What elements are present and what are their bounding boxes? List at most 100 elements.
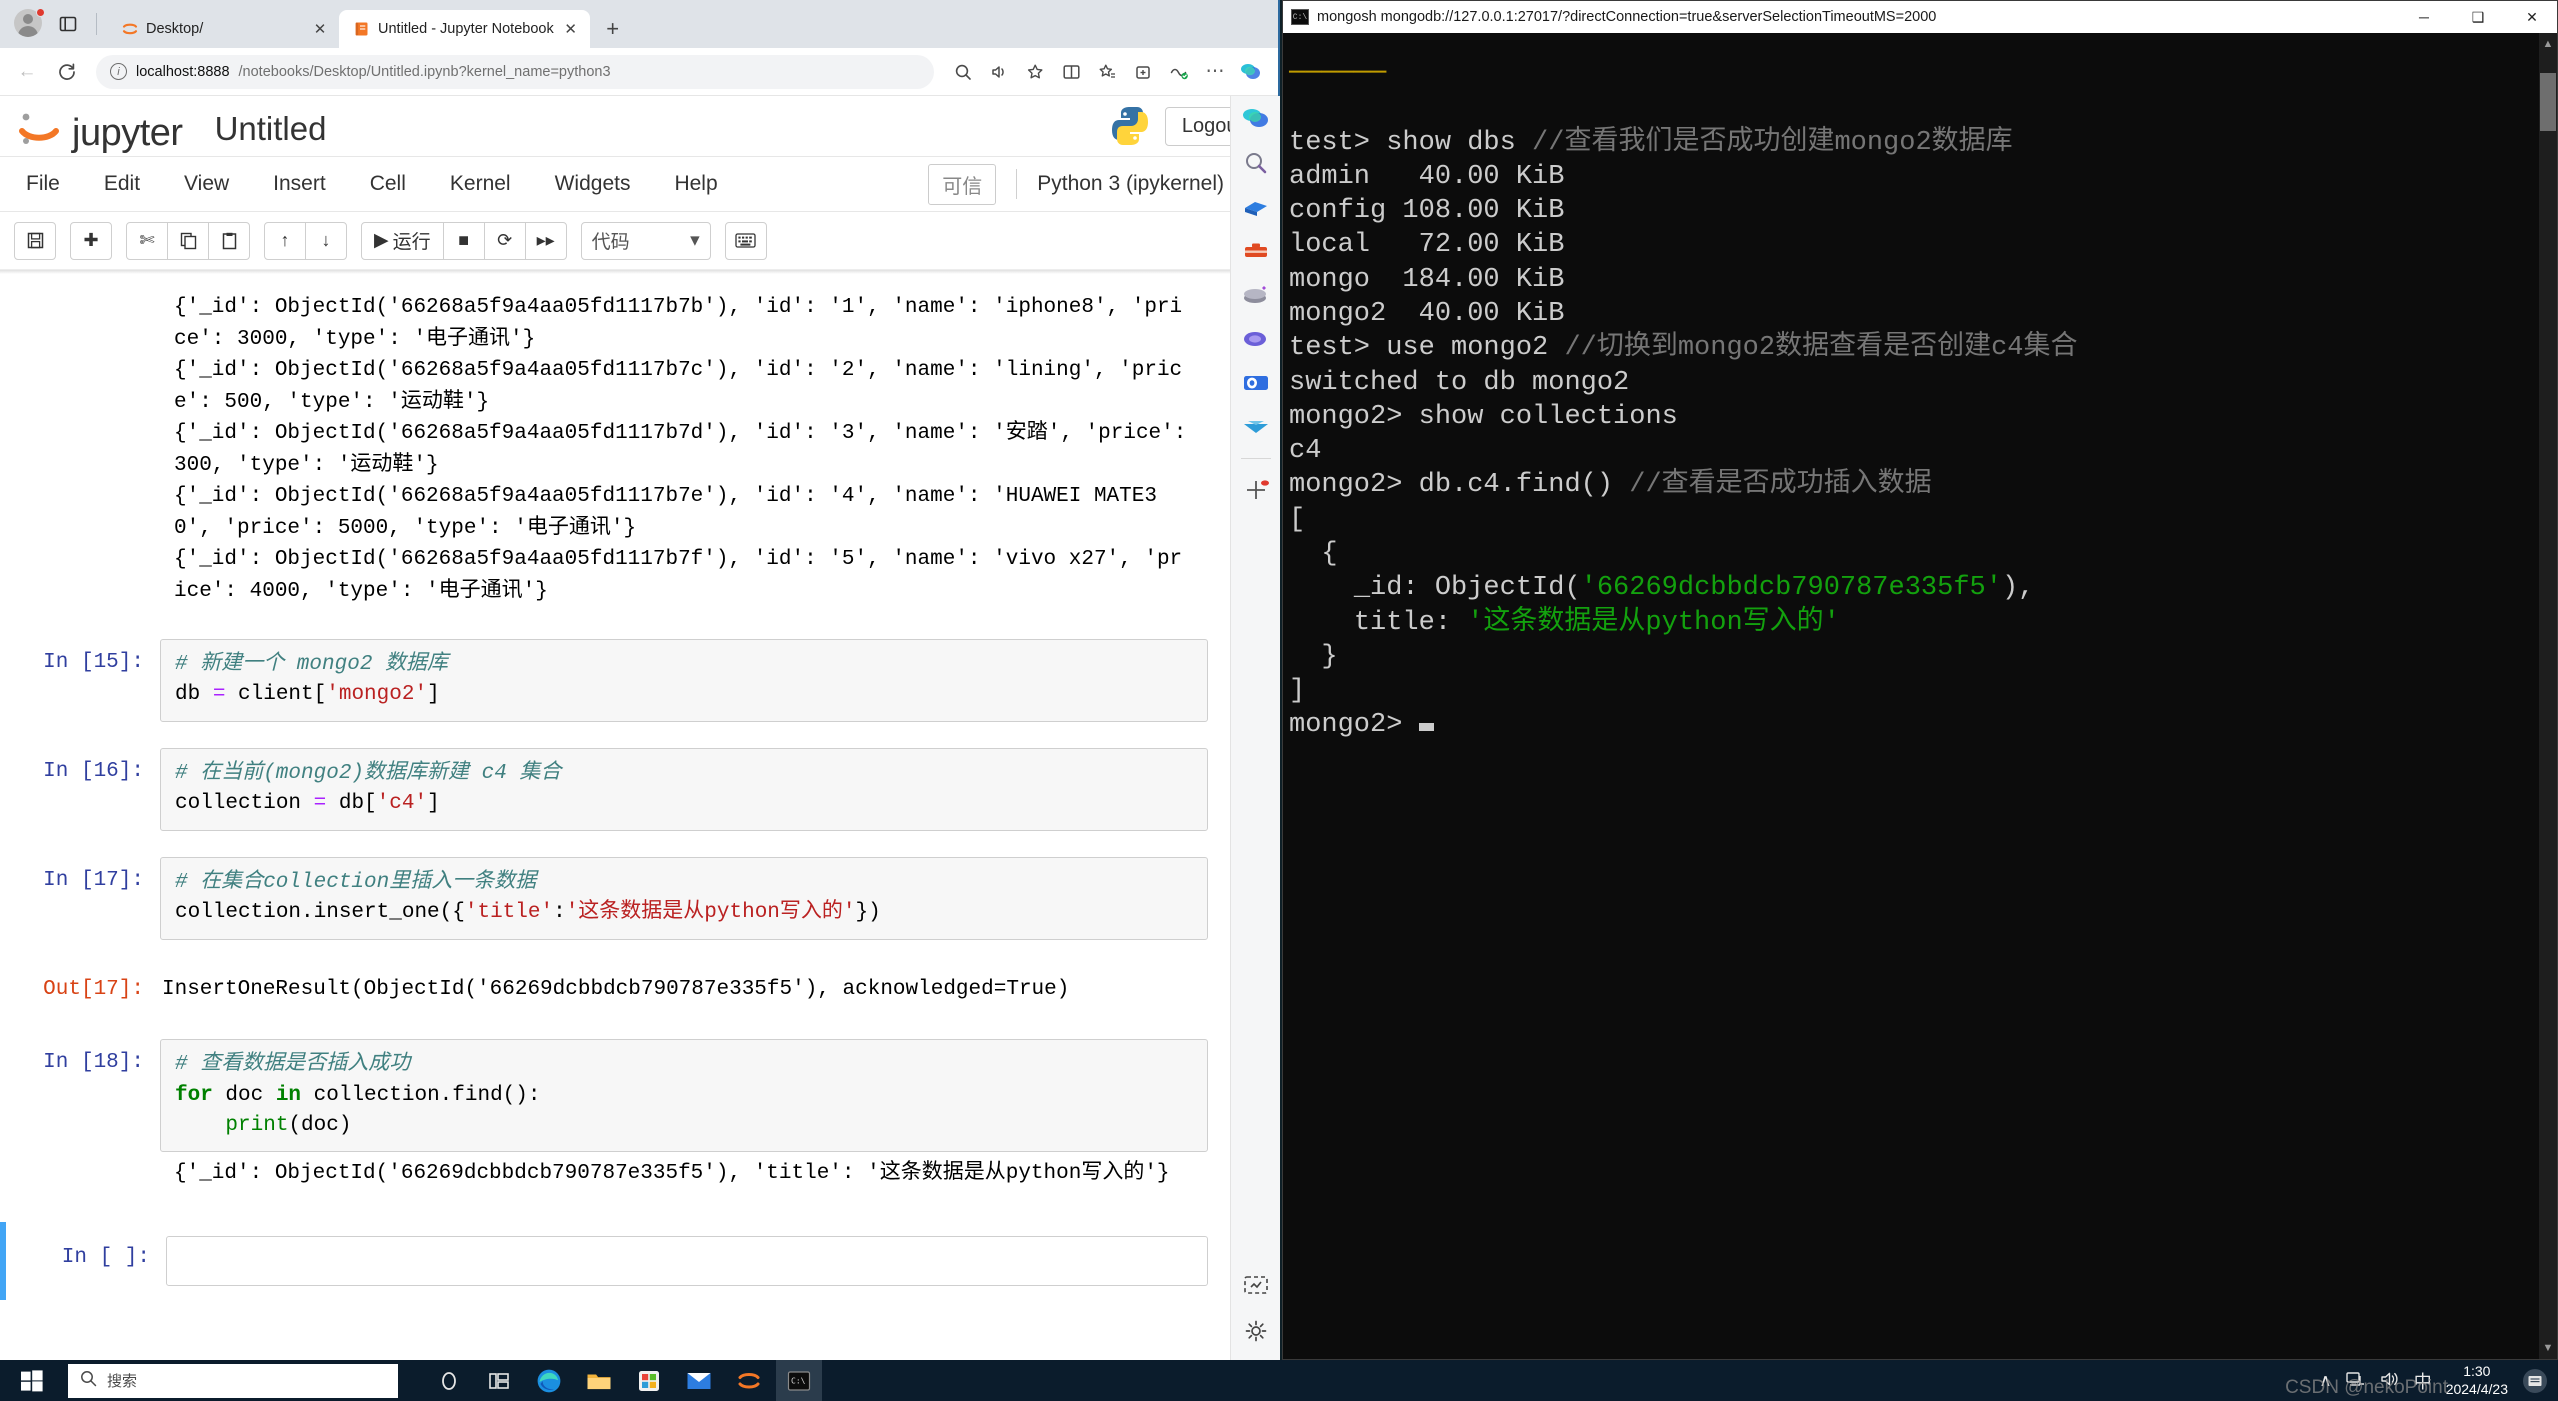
code-editor[interactable]: # 在当前(mongo2)数据库新建 c4 集合 collection = db… bbox=[160, 747, 1208, 831]
notebook-cell-17[interactable]: In [17]: # 在集合collection里插入一条数据 collecti… bbox=[0, 856, 1278, 940]
drop-icon[interactable] bbox=[1241, 412, 1271, 442]
back-icon[interactable]: ← bbox=[10, 55, 44, 89]
copilot-icon[interactable] bbox=[1234, 55, 1268, 89]
terminal-cmd-2-comment: //切换到mongo2数据查看是否创建c4集合 bbox=[1564, 333, 2078, 364]
site-info-icon[interactable]: i bbox=[110, 63, 127, 80]
file-explorer-icon[interactable] bbox=[576, 1360, 622, 1401]
move-down-icon[interactable]: ↓ bbox=[305, 221, 347, 260]
trusted-badge[interactable]: 可信 bbox=[928, 163, 997, 205]
restart-run-all-icon[interactable]: ▸▸ bbox=[524, 221, 567, 260]
terminal-cmd-3: mongo2> show collections bbox=[1289, 401, 1678, 432]
close-icon[interactable]: ✕ bbox=[562, 20, 580, 38]
close-button[interactable]: ✕ bbox=[2509, 1, 2555, 33]
json-id-key: _id: ObjectId( bbox=[1289, 573, 1581, 604]
browser-tab-notebook[interactable]: Untitled - Jupyter Notebook ✕ bbox=[339, 10, 590, 48]
browser-essentials-icon[interactable] bbox=[1162, 55, 1196, 89]
terminal-scroll-up-icon[interactable]: ▲ bbox=[2540, 35, 2556, 53]
stop-icon[interactable]: ■ bbox=[442, 221, 485, 260]
save-icon[interactable] bbox=[14, 221, 56, 260]
games-icon[interactable] bbox=[1241, 280, 1271, 310]
notebook-cell-empty-selected[interactable]: In [ ]: bbox=[0, 1221, 1278, 1300]
widgets-icon[interactable] bbox=[476, 1360, 522, 1401]
add-app-icon[interactable] bbox=[1241, 475, 1271, 505]
settings-more-icon[interactable]: ⋯ bbox=[1198, 55, 1232, 89]
menu-help[interactable]: Help bbox=[674, 172, 717, 196]
jupyter-logo[interactable]: jupyter bbox=[18, 107, 183, 155]
jupyter-logo-text: jupyter bbox=[72, 112, 183, 155]
kernel-divider bbox=[1016, 169, 1018, 199]
code-editor[interactable]: # 在集合collection里插入一条数据 collection.insert… bbox=[160, 856, 1208, 940]
cell-type-value: 代码 bbox=[591, 232, 630, 253]
toolbar-group-move: ↑ ↓ bbox=[264, 221, 347, 260]
sidebar-divider bbox=[1240, 458, 1271, 459]
menu-file[interactable]: File bbox=[26, 172, 60, 196]
notebook-cell-18[interactable]: In [18]: # 查看数据是否插入成功 for doc in collect… bbox=[0, 1039, 1278, 1153]
cell-spacer bbox=[0, 1196, 1278, 1222]
tab-actions-icon[interactable] bbox=[54, 10, 82, 38]
terminal-icon[interactable]: C:\ bbox=[776, 1360, 822, 1401]
terminal-scrollbar-thumb[interactable] bbox=[2540, 73, 2556, 131]
collections-icon[interactable] bbox=[1126, 55, 1160, 89]
sidebar-settings-icon[interactable] bbox=[1241, 1316, 1271, 1346]
favorites-icon[interactable] bbox=[1090, 55, 1124, 89]
command-palette-icon[interactable] bbox=[724, 221, 767, 260]
maximize-button[interactable]: ❑ bbox=[2455, 1, 2501, 33]
read-aloud-icon[interactable] bbox=[982, 55, 1016, 89]
code-editor-empty[interactable] bbox=[166, 1235, 1208, 1286]
menu-view[interactable]: View bbox=[184, 172, 229, 196]
windows-start-icon[interactable] bbox=[0, 1360, 64, 1401]
screenshot-icon[interactable] bbox=[1241, 1270, 1271, 1300]
menu-kernel[interactable]: Kernel bbox=[450, 172, 511, 196]
copy-icon[interactable] bbox=[167, 221, 209, 260]
copilot-icon[interactable] bbox=[1241, 104, 1271, 134]
notebook-cell-15[interactable]: In [15]: # 新建一个 mongo2 数据库 db = client['… bbox=[0, 639, 1278, 722]
outlook-icon[interactable] bbox=[1241, 368, 1271, 398]
office-icon[interactable] bbox=[1241, 324, 1271, 354]
add-favorite-icon[interactable] bbox=[1018, 55, 1052, 89]
notebook-cell-16[interactable]: In [16]: # 在当前(mongo2)数据库新建 c4 集合 collec… bbox=[0, 747, 1278, 831]
taskbar-clock[interactable]: 1:30 2024/4/23 bbox=[2446, 1363, 2508, 1398]
code-editor[interactable]: # 查看数据是否插入成功 for doc in collection.find(… bbox=[160, 1039, 1208, 1153]
code-editor[interactable]: # 新建一个 mongo2 数据库 db = client['mongo2'] bbox=[160, 639, 1208, 722]
reload-icon[interactable] bbox=[50, 55, 84, 89]
split-screen-icon[interactable] bbox=[1054, 55, 1088, 89]
code-comment: # 在集合collection里插入一条数据 bbox=[175, 870, 537, 894]
terminal-output[interactable]: ────── test> show dbs //查看我们是否成功创建mongo2… bbox=[1283, 33, 2557, 743]
address-input[interactable]: i localhost:8888/notebooks/Desktop/Untit… bbox=[96, 54, 934, 89]
paste-icon[interactable] bbox=[208, 221, 250, 260]
minimize-button[interactable]: ─ bbox=[2401, 1, 2447, 33]
move-up-icon[interactable]: ↑ bbox=[264, 221, 306, 260]
task-view-icon[interactable] bbox=[426, 1360, 472, 1401]
search-icon[interactable] bbox=[1241, 148, 1271, 178]
notebook-title[interactable]: Untitled bbox=[215, 112, 327, 145]
stream-output-18: {'_id': ObjectId('66269dcbbdcb790787e335… bbox=[174, 1162, 1170, 1186]
terminal-scrollbar-track[interactable]: ▲ ▼ bbox=[2539, 33, 2557, 1359]
profile-avatar[interactable] bbox=[14, 8, 45, 39]
menu-cell[interactable]: Cell bbox=[370, 172, 406, 196]
microsoft-store-icon[interactable] bbox=[626, 1360, 672, 1401]
notification-icon[interactable] bbox=[2522, 1368, 2548, 1394]
close-icon[interactable]: ✕ bbox=[311, 20, 329, 38]
add-cell-icon[interactable]: ✚ bbox=[70, 221, 112, 260]
menu-insert[interactable]: Insert bbox=[273, 172, 326, 196]
cut-icon[interactable]: ✄ bbox=[126, 221, 168, 260]
shopping-icon[interactable] bbox=[1241, 192, 1271, 222]
db-row-config: config 108.00 KiB bbox=[1289, 196, 1565, 227]
kernel-indicator[interactable]: Python 3 (ipykernel) bbox=[1037, 172, 1252, 196]
terminal-prompt-last: mongo2> bbox=[1289, 710, 1419, 741]
zoom-icon[interactable] bbox=[946, 55, 980, 89]
restart-kernel-icon[interactable]: ⟳ bbox=[483, 221, 526, 260]
browser-tab-desktop[interactable]: Desktop/ ✕ bbox=[107, 10, 339, 48]
edge-icon[interactable] bbox=[526, 1360, 572, 1401]
terminal-scroll-down-icon[interactable]: ▼ bbox=[2540, 1339, 2556, 1357]
cell-type-select[interactable]: 代码 ▾ bbox=[580, 221, 711, 260]
menu-widgets[interactable]: Widgets bbox=[555, 172, 631, 196]
jupyter-icon[interactable] bbox=[726, 1360, 772, 1401]
terminal-titlebar[interactable]: C:\ mongosh mongodb://127.0.0.1:27017/?d… bbox=[1283, 1, 2557, 33]
run-button[interactable]: ▶ 运行 bbox=[361, 221, 444, 260]
mail-icon[interactable] bbox=[676, 1360, 722, 1401]
menu-edit[interactable]: Edit bbox=[104, 172, 140, 196]
taskbar-search-input[interactable]: 搜索 bbox=[68, 1363, 398, 1398]
new-tab-button[interactable]: + bbox=[596, 12, 630, 46]
tools-icon[interactable] bbox=[1241, 236, 1271, 266]
